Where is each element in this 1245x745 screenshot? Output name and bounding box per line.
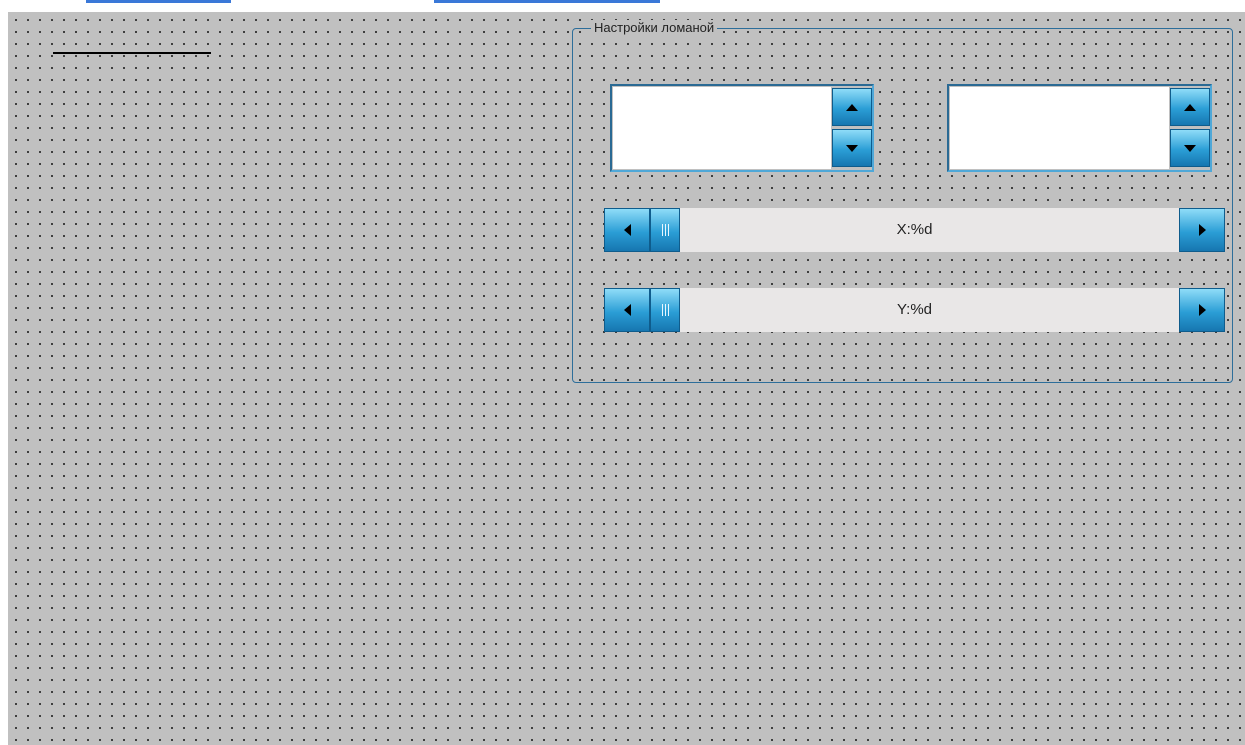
arrow-up-icon — [1184, 103, 1196, 111]
top-link-1[interactable] — [86, 0, 231, 3]
scrollbar-x[interactable]: X:%d — [604, 208, 1225, 252]
spinner-2-down-button[interactable] — [1170, 129, 1210, 167]
arrow-down-icon — [1184, 144, 1196, 152]
spinner-1-field[interactable] — [613, 87, 831, 169]
top-link-2[interactable] — [434, 0, 660, 3]
spinner-2-up-button[interactable] — [1170, 88, 1210, 126]
scrollbar-y-right-button[interactable] — [1179, 288, 1225, 332]
arrow-down-icon — [846, 144, 858, 152]
arrow-left-icon — [623, 224, 631, 236]
scrollbar-y-label: Y:%d — [896, 301, 933, 318]
scrollbar-y[interactable]: Y:%d — [604, 288, 1225, 332]
arrow-left-icon — [623, 304, 631, 316]
scrollbar-y-left-button[interactable] — [604, 288, 650, 332]
scrollbar-x-right-button[interactable] — [1179, 208, 1225, 252]
scrollbar-x-label: X:%d — [896, 221, 933, 238]
arrow-right-icon — [1198, 224, 1206, 236]
spinner-1-up-button[interactable] — [832, 88, 872, 126]
scrollbar-y-thumb[interactable] — [650, 288, 680, 332]
form-design-canvas: Настройки ломаной X:%d Y:%d — [8, 12, 1245, 745]
spinner-1[interactable] — [610, 84, 874, 172]
arrow-right-icon — [1198, 304, 1206, 316]
top-strip — [0, 0, 1245, 12]
spinner-1-down-button[interactable] — [832, 129, 872, 167]
group-title: Настройки ломаной — [591, 20, 718, 36]
spinner-2-field[interactable] — [950, 87, 1169, 169]
scrollbar-x-thumb[interactable] — [650, 208, 680, 252]
grip-icon — [661, 224, 669, 236]
polyline-preview — [53, 52, 211, 54]
scrollbar-x-left-button[interactable] — [604, 208, 650, 252]
grip-icon — [661, 304, 669, 316]
arrow-up-icon — [846, 103, 858, 111]
spinner-2[interactable] — [947, 84, 1212, 172]
